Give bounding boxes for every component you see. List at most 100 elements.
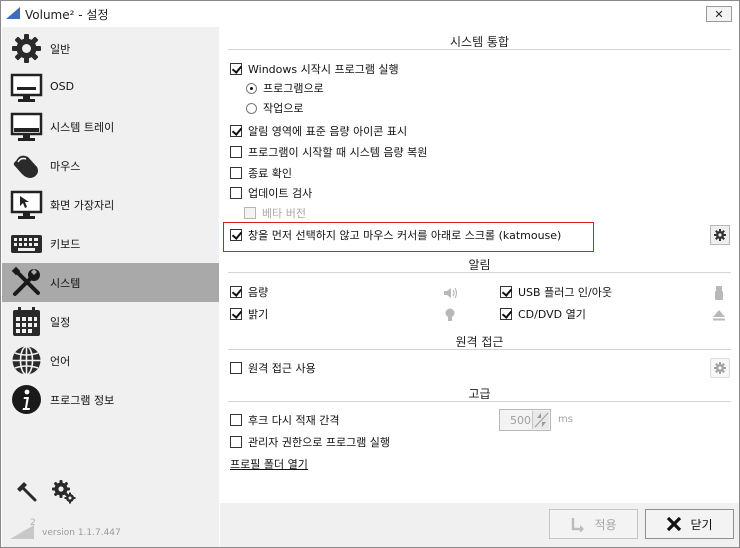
start-with-windows-checkbox[interactable] [230, 63, 242, 75]
section-title-notifications: 알림 [468, 258, 491, 272]
confirm-exit-option[interactable]: 종료 확인 [230, 165, 292, 181]
show-tray-icon-checkbox[interactable] [230, 125, 242, 137]
run-as-admin-checkbox[interactable] [230, 436, 242, 448]
interval-unit: ms [558, 414, 573, 425]
usb-notification-option[interactable]: USB 플러그 인/아웃 [500, 284, 612, 300]
sidebar-item-system-tray[interactable]: 시스템 트레이 [2, 107, 219, 146]
sidebar-item-general[interactable]: 일반 [2, 29, 219, 68]
spinner-arrow-icon [534, 412, 549, 428]
calendar-icon [13, 307, 40, 336]
sidebar-item-schedule[interactable]: 일정 [2, 302, 219, 341]
section-divider [228, 401, 731, 402]
beta-version-option[interactable]: 베타 버전 [244, 205, 306, 221]
close-label: 닫기 [690, 517, 713, 532]
lightbulb-icon [445, 308, 455, 321]
confirm-exit-checkbox[interactable] [230, 167, 242, 179]
option-label: USB 플러그 인/아웃 [518, 286, 612, 299]
check-updates-checkbox[interactable] [230, 187, 242, 199]
gear-icon [12, 34, 41, 63]
wrench-screwdriver-icon [11, 266, 40, 296]
title-bar[interactable]: Volume² - 설정 ✕ [1, 1, 739, 27]
section-divider [228, 272, 731, 273]
start-with-windows-option[interactable]: Windows 시작시 프로그램 실행 [230, 61, 399, 77]
option-label: 업데이트 검사 [248, 187, 313, 200]
sidebar-item-screen-edge[interactable]: 화면 가장자리 [2, 185, 219, 224]
mouse-icon [13, 155, 38, 178]
remote-settings-button[interactable] [710, 358, 730, 378]
settings-window: Volume² - 설정 ✕ 일반 OSD 시스템 트레이 마우스 화면 가장자… [0, 0, 740, 548]
open-profile-folder-link[interactable]: 프로필 폴더 열기 [230, 456, 308, 472]
window-title: Volume² - 설정 [25, 8, 109, 22]
as-task-option[interactable]: 작업으로 [246, 100, 303, 116]
katmouse-settings-button[interactable] [710, 225, 730, 245]
brightness-notification-checkbox[interactable] [230, 308, 242, 320]
sidebar-item-keyboard[interactable]: 키보드 [2, 224, 219, 263]
section-divider [228, 349, 731, 350]
as-program-option[interactable]: 프로그램으로 [246, 80, 324, 96]
close-x-icon [667, 516, 682, 532]
sidebar-item-about[interactable]: 프로그램 정보 [2, 380, 219, 419]
cddvd-notification-option[interactable]: CD/DVD 열기 [500, 306, 586, 322]
restore-volume-checkbox[interactable] [230, 146, 242, 158]
speaker-icon [444, 287, 458, 299]
sidebar-item-label: 시스템 트레이 [50, 121, 115, 134]
as-program-radio[interactable] [246, 82, 257, 94]
sidebar-item-label: 언어 [50, 355, 71, 368]
section-title-remote-access: 원격 접근 [455, 335, 504, 349]
restore-volume-option[interactable]: 프로그램이 시작할 때 시스템 음량 복원 [230, 144, 427, 160]
sidebar: 일반 OSD 시스템 트레이 마우스 화면 가장자리 키보드 시스템 일정 언어… [2, 27, 219, 547]
gear-icon [714, 229, 726, 241]
sidebar-item-label: 프로그램 정보 [50, 394, 115, 407]
beta-version-checkbox[interactable] [244, 207, 256, 219]
option-label: 작업으로 [263, 102, 304, 115]
window-close-button[interactable]: ✕ [706, 6, 732, 22]
section-divider [228, 49, 731, 50]
sidebar-item-mouse[interactable]: 마우스 [2, 146, 219, 185]
option-label: 후크 다시 적재 간격 [248, 414, 340, 427]
monitor-icon [10, 73, 43, 102]
hook-interval-option[interactable]: 후크 다시 적재 간격 [230, 412, 339, 428]
option-label: 알림 영역에 표준 음량 아이콘 표시 [248, 125, 408, 138]
screen-edge-icon [10, 190, 43, 219]
option-label: 음량 [248, 286, 269, 299]
as-task-radio[interactable] [246, 102, 257, 114]
hook-interval-checkbox[interactable] [230, 414, 242, 426]
highlight-annotation-box [223, 222, 594, 252]
sidebar-item-label: OSD [50, 80, 75, 93]
gear-icon [714, 362, 726, 374]
volume-notification-checkbox[interactable] [230, 286, 242, 298]
option-label: 원격 접근 사용 [248, 362, 316, 375]
brush-tool-icon[interactable] [14, 479, 38, 503]
eject-icon [713, 310, 725, 321]
settings-gear-icon[interactable] [50, 478, 76, 504]
sidebar-item-label: 마우스 [50, 160, 81, 173]
settings-panel: 시스템 통합 Windows 시작시 프로그램 실행 프로그램으로 작업으로 알… [220, 27, 739, 503]
version-text: version 1.1.7.447 [42, 528, 121, 538]
app-logo-icon [10, 525, 34, 539]
cddvd-notification-checkbox[interactable] [500, 308, 512, 320]
apply-button[interactable]: 적용 [549, 509, 638, 539]
remote-access-checkbox[interactable] [230, 362, 242, 374]
section-title-advanced: 고급 [468, 387, 491, 401]
sidebar-item-label: 시스템 [50, 277, 81, 290]
apply-arrow-icon [572, 518, 585, 532]
sidebar-item-system[interactable]: 시스템 [2, 263, 219, 302]
tray-monitor-icon [10, 112, 43, 141]
sidebar-item-language[interactable]: 언어 [2, 341, 219, 380]
brightness-notification-option[interactable]: 밝기 [230, 306, 268, 322]
volume-notification-option[interactable]: 음량 [230, 284, 268, 300]
option-label: Windows 시작시 프로그램 실행 [248, 63, 399, 76]
option-label: 종료 확인 [248, 167, 292, 180]
sidebar-item-label: 키보드 [50, 238, 81, 251]
spinner-arrows[interactable] [532, 411, 549, 429]
sidebar-item-osd[interactable]: OSD [2, 68, 219, 107]
usb-notification-checkbox[interactable] [500, 286, 512, 298]
check-updates-option[interactable]: 업데이트 검사 [230, 185, 312, 201]
show-tray-icon-option[interactable]: 알림 영역에 표준 음량 아이콘 표시 [230, 123, 407, 139]
apply-label: 적용 [594, 517, 617, 532]
close-button[interactable]: 닫기 [645, 509, 734, 539]
remote-access-option[interactable]: 원격 접근 사용 [230, 360, 316, 376]
run-as-admin-option[interactable]: 관리자 권한으로 프로그램 실행 [230, 434, 390, 450]
sidebar-item-label: 화면 가장자리 [50, 199, 115, 212]
hook-interval-spinner[interactable]: 500 [499, 409, 551, 431]
